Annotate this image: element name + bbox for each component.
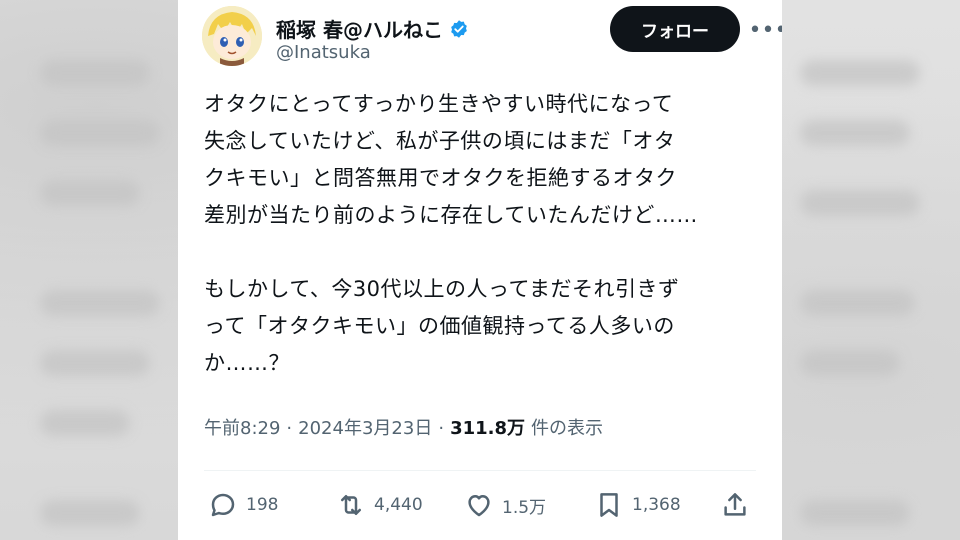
share-icon <box>724 493 746 516</box>
views-count: 311.8万 <box>450 418 525 439</box>
name-row: 稲塚 春@ハルねこ <box>276 14 469 43</box>
meta-separator: · <box>286 418 293 439</box>
divider <box>204 470 756 471</box>
blurred-text <box>40 290 160 316</box>
repost-button[interactable]: 4,440 <box>336 490 423 520</box>
meta-separator: · <box>438 418 445 439</box>
blurred-text <box>40 410 130 436</box>
verified-badge-icon <box>451 19 467 38</box>
tweet-card: 稲塚 春@ハルねこ @Inatsuka フォロー ••• オタクにとってすっかり… <box>178 0 782 540</box>
tweet-meta: 午前8:29 · 2024年3月23日 · 311.8万 件の表示 <box>204 414 603 440</box>
tweet-text: オタクにとってすっかり生きやすい時代になって 失念していたけど、私が子供の頃には… <box>204 92 698 375</box>
blurred-text <box>800 120 910 146</box>
follow-button[interactable]: フォロー <box>610 6 740 52</box>
action-bar: 198 4,440 1.5万 1,368 <box>208 490 758 530</box>
blurred-text <box>40 60 150 86</box>
bookmark-count: 1,368 <box>632 495 681 515</box>
tweet-date[interactable]: 2024年3月23日 <box>298 414 432 440</box>
blurred-text <box>40 350 150 376</box>
repost-count: 4,440 <box>374 495 423 515</box>
reply-icon <box>211 493 235 517</box>
like-button[interactable]: 1.5万 <box>464 490 546 520</box>
bookmark-button[interactable]: 1,368 <box>594 490 681 520</box>
tweet-header: 稲塚 春@ハルねこ @Inatsuka フォロー ••• <box>202 6 782 66</box>
like-count: 1.5万 <box>502 497 547 518</box>
avatar[interactable] <box>202 6 262 66</box>
avatar-illustration <box>202 6 262 66</box>
blurred-text <box>40 120 160 146</box>
bookmark-icon <box>600 493 618 517</box>
reply-button[interactable]: 198 <box>208 490 278 520</box>
blurred-text <box>800 350 900 376</box>
blurred-text <box>40 180 140 206</box>
like-icon <box>468 495 490 517</box>
blurred-text <box>800 290 915 316</box>
views-label: 件の表示 <box>531 418 603 439</box>
blurred-text <box>800 190 920 216</box>
reply-count: 198 <box>246 495 279 515</box>
share-button[interactable] <box>720 490 750 520</box>
user-handle[interactable]: @Inatsuka <box>276 42 371 63</box>
repost-icon <box>341 495 361 515</box>
display-name[interactable]: 稲塚 春@ハルねこ <box>276 14 443 43</box>
blurred-text <box>800 500 910 526</box>
blurred-text <box>800 60 920 86</box>
more-options-icon[interactable]: ••• <box>749 14 782 46</box>
blurred-text <box>40 500 140 526</box>
tweet-time[interactable]: 午前8:29 <box>204 414 280 440</box>
